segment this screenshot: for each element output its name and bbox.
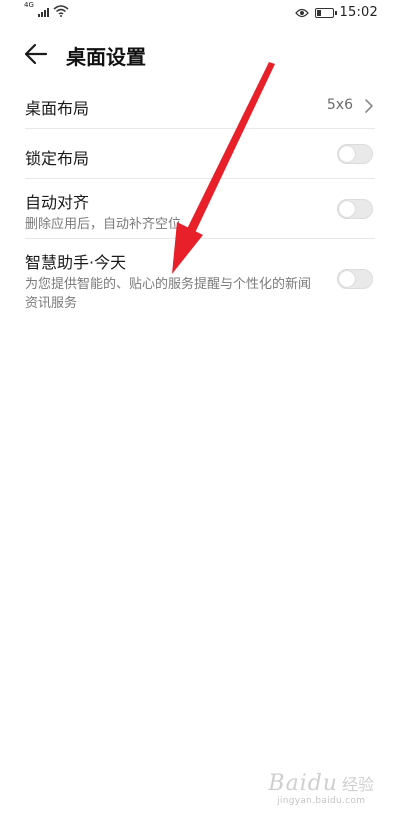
wifi-icon	[53, 5, 69, 17]
setting-assistant-today: 智慧助手·今天 为您提供智能的、贴心的服务提醒与个性化的新闻资讯服务	[25, 239, 375, 319]
setting-desktop-layout[interactable]: 桌面布局 5x6	[25, 82, 375, 129]
battery-icon	[314, 7, 337, 18]
setting-auto-align: 自动对齐 删除应用后，自动补齐空位	[25, 179, 375, 239]
setting-text: 智慧助手·今天 为您提供智能的、贴心的服务提醒与个性化的新闻资讯服务	[25, 249, 321, 313]
network-type: 4G	[24, 1, 34, 9]
back-arrow-icon[interactable]	[22, 40, 50, 68]
watermark-brand-cn: 经验	[341, 775, 374, 794]
signal-icon	[37, 7, 49, 17]
assistant-today-toggle[interactable]	[337, 269, 373, 289]
eye-icon	[294, 8, 309, 17]
status-left: 4G	[24, 1, 69, 17]
toggle-knob	[339, 146, 355, 162]
status-bar: 4G 15:02	[0, 0, 400, 26]
watermark-url: jingyan.baidu.com	[277, 796, 366, 806]
watermark-brand: Baidu	[268, 771, 338, 796]
auto-align-toggle[interactable]	[337, 199, 373, 219]
toggle-knob	[339, 201, 355, 217]
settings-list: 桌面布局 5x6 锁定布局 自动对齐 删除应用后，自动补齐空位 智慧助手·今天 …	[25, 82, 375, 319]
setting-text: 自动对齐 删除应用后，自动补齐空位	[25, 189, 321, 234]
clock: 15:02	[339, 5, 378, 20]
header: 桌面设置	[0, 36, 400, 72]
page-title: 桌面设置	[66, 45, 146, 69]
setting-value: 5x6	[326, 97, 353, 113]
chevron-right-icon	[365, 99, 373, 113]
setting-description: 删除应用后，自动补齐空位	[25, 217, 182, 232]
setting-description: 为您提供智能的、贴心的服务提醒与个性化的新闻资讯服务	[25, 277, 312, 311]
setting-label: 锁定布局	[25, 149, 90, 168]
setting-lock-layout: 锁定布局	[25, 129, 375, 179]
setting-label: 桌面布局	[25, 99, 90, 118]
toggle-knob	[339, 271, 355, 287]
lock-layout-toggle[interactable]	[337, 144, 373, 164]
battery-fill	[316, 9, 322, 16]
setting-label: 自动对齐	[25, 193, 90, 212]
watermark: Baidu 经验 jingyan.baidu.com	[268, 771, 374, 806]
status-right: 15:02	[294, 5, 378, 20]
setting-label: 智慧助手·今天	[25, 253, 127, 272]
